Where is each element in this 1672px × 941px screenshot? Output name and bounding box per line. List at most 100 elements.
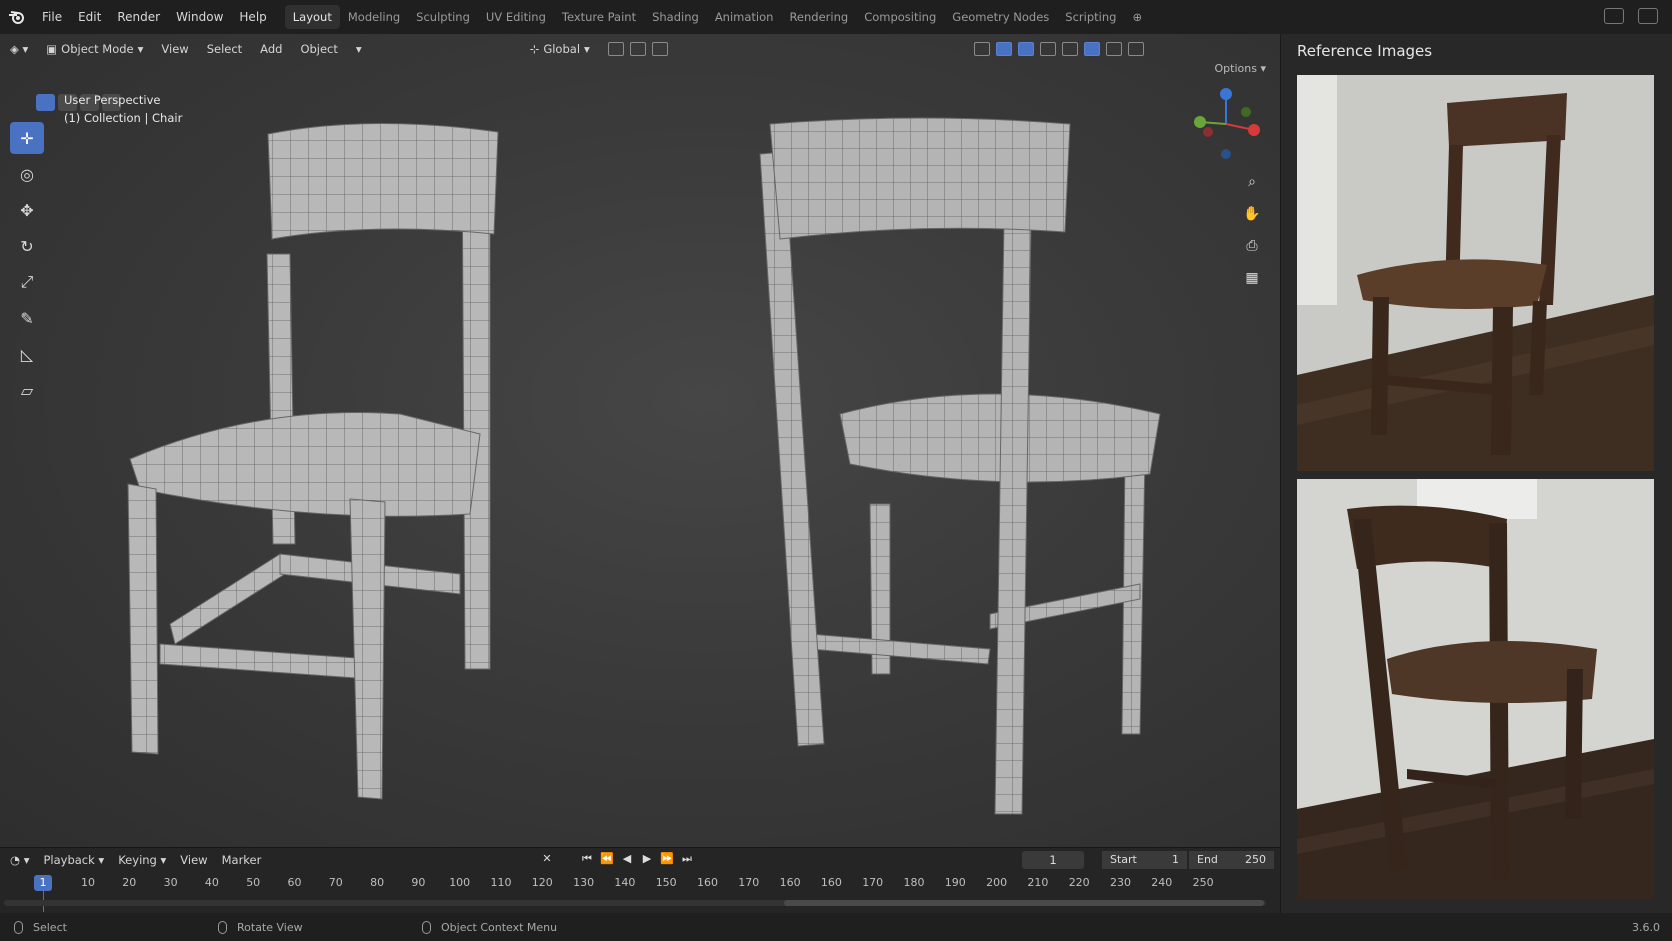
cursor-tool-icon[interactable]: ✛ <box>10 122 44 154</box>
reference-image-back[interactable] <box>1297 479 1654 899</box>
end-label: End <box>1197 853 1218 866</box>
gizmo-toggle-icon[interactable] <box>995 42 1012 56</box>
orientation-label: Global <box>543 42 581 56</box>
view-layer-icon[interactable] <box>1638 8 1658 24</box>
move-tool-icon[interactable]: ✥ <box>10 194 44 226</box>
tab-compositing[interactable]: Compositing <box>856 5 944 29</box>
transform-orientation[interactable]: ⊹ Global ▾ <box>530 42 590 56</box>
reference-image-front[interactable] <box>1297 75 1654 471</box>
prev-keyframe-icon[interactable]: ⏪ <box>600 852 614 866</box>
menu-window[interactable]: Window <box>168 10 231 24</box>
end-frame-field[interactable]: End 250 <box>1189 851 1274 869</box>
camera-icon[interactable]: ⎙ <box>1242 238 1262 258</box>
select-new-icon[interactable] <box>36 94 55 111</box>
version-label: 3.6.0 <box>1632 920 1660 934</box>
scene-controls <box>1604 8 1658 24</box>
status-bar: Select Rotate View Object Context Menu 3… <box>0 913 1672 941</box>
material-shading-icon[interactable] <box>1105 42 1122 56</box>
add-workspace-icon[interactable]: ⊕ <box>1124 5 1150 29</box>
navigation-gizmo[interactable] <box>1186 84 1266 164</box>
rendered-shading-icon[interactable] <box>1127 42 1144 56</box>
editor-type-icon[interactable]: ◈ ▾ <box>10 42 28 56</box>
jump-start-icon[interactable]: ⏮ <box>580 852 594 866</box>
pivot-icon[interactable] <box>607 42 624 56</box>
menu-file[interactable]: File <box>34 10 70 24</box>
current-frame-field[interactable]: 1 <box>1022 851 1084 869</box>
tab-rendering[interactable]: Rendering <box>781 5 856 29</box>
tab-geometry-nodes[interactable]: Geometry Nodes <box>944 5 1057 29</box>
wireframe-shading-icon[interactable] <box>1061 42 1078 56</box>
visibility-icon[interactable] <box>973 42 990 56</box>
snap-icon[interactable] <box>629 42 646 56</box>
start-label: Start <box>1110 853 1137 866</box>
chair-mesh-front[interactable] <box>110 104 530 834</box>
status-rotate: Rotate View <box>218 920 408 934</box>
ruler-tick: 30 <box>163 876 178 889</box>
tab-uv-editing[interactable]: UV Editing <box>478 5 554 29</box>
ruler-tick: 190 <box>944 876 966 889</box>
tab-sculpting[interactable]: Sculpting <box>408 5 478 29</box>
scene-selector-icon[interactable] <box>1604 8 1624 24</box>
solid-shading-icon[interactable] <box>1083 42 1100 56</box>
tab-modeling[interactable]: Modeling <box>340 5 408 29</box>
chair-mesh-back[interactable] <box>740 114 1170 834</box>
proportional-edit-icon[interactable] <box>651 42 668 56</box>
add-menu[interactable]: Add <box>260 42 282 56</box>
scale-tool-icon[interactable]: ⤢ <box>10 266 44 298</box>
auto-key-icon[interactable]: ✕ <box>540 852 554 866</box>
grid-icon[interactable]: ▦ <box>1242 270 1262 290</box>
status-context-label: Object Context Menu <box>441 920 558 934</box>
ruler-tick: 110 <box>490 876 512 889</box>
ruler-tick: 220 <box>1068 876 1090 889</box>
playback-menu[interactable]: Playback ▾ <box>43 853 104 867</box>
measure-tool-icon[interactable]: ◺ <box>10 338 44 370</box>
ruler-tick: 170 <box>738 876 760 889</box>
zoom-icon[interactable]: ⌕ <box>1242 174 1262 194</box>
timeline-view-menu[interactable]: View <box>180 853 207 867</box>
xray-icon[interactable] <box>1039 42 1056 56</box>
scrollbar-thumb[interactable] <box>784 900 1264 906</box>
more-menu-icon[interactable]: ▾ <box>356 42 362 56</box>
playback-label: Playback <box>43 853 95 867</box>
object-menu[interactable]: Object <box>300 42 337 56</box>
ruler-tick: 150 <box>655 876 677 889</box>
play-icon[interactable]: ▶ <box>640 852 654 866</box>
ruler-tick: 130 <box>573 876 595 889</box>
view-menu[interactable]: View <box>161 42 188 56</box>
next-keyframe-icon[interactable]: ⏩ <box>660 852 674 866</box>
mouse-middle-icon <box>218 920 227 934</box>
navigation-controls: ⌕ ✋ ⎙ ▦ <box>1242 174 1262 290</box>
ruler-tick: 40 <box>204 876 219 889</box>
select-box-tool-icon[interactable]: ◎ <box>10 158 44 190</box>
tab-shading[interactable]: Shading <box>644 5 707 29</box>
timeline-editor-icon[interactable]: ◔ ▾ <box>10 853 29 867</box>
keying-menu[interactable]: Keying ▾ <box>118 853 166 867</box>
timeline-scrollbar[interactable] <box>4 900 1266 906</box>
menu-edit[interactable]: Edit <box>70 10 109 24</box>
menu-render[interactable]: Render <box>109 10 168 24</box>
mode-selector[interactable]: ▣ Object Mode ▾ <box>46 42 143 56</box>
select-menu[interactable]: Select <box>207 42 242 56</box>
annotate-tool-icon[interactable]: ✎ <box>10 302 44 334</box>
frame-ruler[interactable]: 10 20 30 40 50 60 70 80 90 100 110 120 130 140 150 160 1… <box>30 876 1270 894</box>
mode-label: Object Mode <box>61 42 134 56</box>
overlay-toggle-icon[interactable] <box>1017 42 1034 56</box>
3d-viewport[interactable]: ◈ ▾ ▣ Object Mode ▾ View Select Add Obje… <box>0 34 1280 847</box>
jump-end-icon[interactable]: ⏭ <box>680 852 694 866</box>
current-frame-indicator[interactable]: 1 <box>34 875 52 891</box>
tab-scripting[interactable]: Scripting <box>1057 5 1124 29</box>
ruler-tick: 20 <box>122 876 137 889</box>
options-dropdown[interactable]: Options ▾ <box>1215 62 1266 75</box>
start-frame-field[interactable]: Start 1 <box>1102 851 1187 869</box>
pan-hand-icon[interactable]: ✋ <box>1242 206 1262 226</box>
marker-menu[interactable]: Marker <box>222 853 262 867</box>
status-context: Object Context Menu <box>422 920 612 934</box>
tab-layout[interactable]: Layout <box>284 5 340 29</box>
play-reverse-icon[interactable]: ◀ <box>620 852 634 866</box>
blender-logo-icon[interactable] <box>0 0 34 34</box>
menu-help[interactable]: Help <box>231 10 274 24</box>
rotate-tool-icon[interactable]: ↻ <box>10 230 44 262</box>
tab-texture-paint[interactable]: Texture Paint <box>554 5 644 29</box>
tab-animation[interactable]: Animation <box>707 5 782 29</box>
add-cube-tool-icon[interactable]: ▱ <box>10 374 44 406</box>
